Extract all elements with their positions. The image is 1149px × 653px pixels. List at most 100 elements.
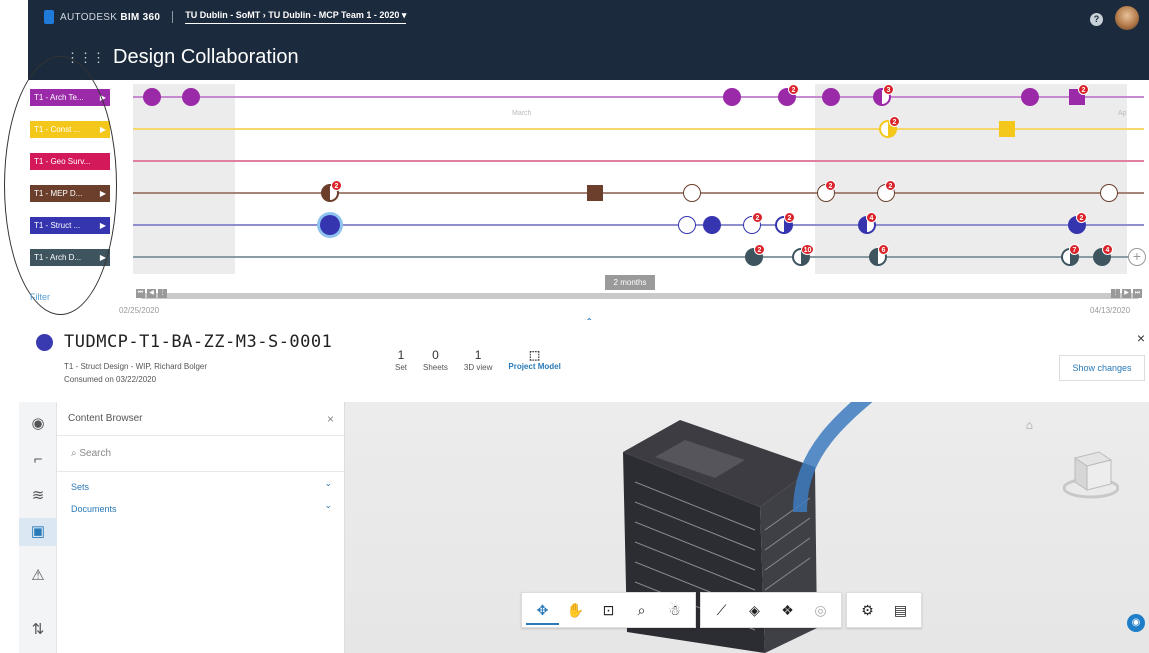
document-name: TUDMCP-T1-BA-ZZ-M3-S-0001 [64, 332, 333, 352]
browser-header: Content Browser × [57, 402, 344, 436]
version-badge: 2 [784, 212, 795, 223]
version-badge: 2 [752, 212, 763, 223]
close-icon[interactable]: × [1137, 330, 1145, 346]
version-badge: 4 [866, 212, 877, 223]
cube-icon: ⬚ [528, 348, 541, 362]
month-label-right: Ap [1118, 110, 1127, 117]
version-dot[interactable] [703, 216, 721, 234]
chevron-down-icon: ⌄ [324, 478, 332, 488]
explode-icon[interactable]: ❖ [771, 595, 804, 625]
version-dot[interactable] [678, 216, 696, 234]
version-badge: 10 [801, 244, 814, 255]
orbit-icon[interactable]: ✥ [526, 595, 559, 625]
lane-line-const [133, 128, 1144, 130]
zoom-icon[interactable]: ⊡ [592, 595, 625, 625]
add-version-icon[interactable]: + [1128, 248, 1146, 266]
drag-handle-icon[interactable]: ⋮ [158, 289, 167, 298]
header-bar: AUTODESK BIM 360 TU Dublin - SoMT › TU D… [28, 0, 1149, 80]
timeline-shade-left [133, 84, 235, 274]
start-date: 02/25/2020 [119, 306, 160, 315]
home-view-icon[interactable]: ⌂ [1026, 418, 1033, 432]
selected-version-dot[interactable] [320, 215, 340, 235]
version-square[interactable] [999, 121, 1015, 137]
view-cube[interactable] [1062, 444, 1120, 500]
version-dot[interactable] [143, 88, 161, 106]
lane-line-struct [133, 224, 1144, 226]
month-label: March [512, 110, 532, 117]
scroll-controls-right[interactable]: ⋮ ▶ ⏭ [1111, 289, 1142, 298]
version-badge: 2 [1076, 212, 1087, 223]
step-back-icon[interactable]: ◀ [147, 289, 156, 298]
browser-item-documents[interactable]: Documents ⌄ [57, 498, 344, 520]
model-viewer[interactable]: ⌂ ✥ ✋ ⊡ ⌕ ☃ ⟋ ◈ ❖ ◎ ⚙ ▤ ◉ [345, 402, 1149, 653]
version-dot[interactable] [182, 88, 200, 106]
app-title: ⋮⋮⋮ Design Collaboration [66, 46, 299, 69]
sheets-icon[interactable]: ⌐ [19, 446, 57, 474]
skip-end-icon[interactable]: ⏭ [1133, 289, 1142, 298]
version-badge: 7 [1069, 244, 1080, 255]
eye-icon[interactable]: ◉ [19, 410, 57, 438]
viewer-toolbar: ✥ ✋ ⊡ ⌕ ☃ ⟋ ◈ ❖ ◎ ⚙ ▤ [521, 592, 922, 628]
lane-line-geo [133, 160, 1144, 162]
version-dot[interactable] [683, 184, 701, 202]
left-toolbar: ◉ ⌐ ≋ ▣ ⚠ ⇅ [19, 402, 57, 653]
document-stats: 1 Set 0 Sheets 1 3D view ⬚ Project Model [395, 348, 561, 372]
settings-gear-icon[interactable]: ⚙ [851, 595, 884, 625]
show-changes-button[interactable]: Show changes [1059, 355, 1145, 381]
measure-icon[interactable]: ⟋ [705, 595, 738, 625]
hide-icon[interactable]: ◎ [804, 595, 837, 625]
version-dot[interactable] [822, 88, 840, 106]
settings-tools: ⚙ ▤ [846, 592, 922, 628]
version-badge: 2 [825, 180, 836, 191]
step-forward-icon[interactable]: ▶ [1122, 289, 1131, 298]
range-tooltip: 2 months [605, 275, 655, 290]
lane-line-arch-te [133, 96, 1144, 98]
document-meta: T1 - Struct Design - WIP, Richard Bolger… [64, 360, 207, 386]
filter-link[interactable]: Filter [30, 292, 50, 302]
browser-item-sets[interactable]: Sets ⌄ [57, 476, 344, 498]
help-fab-icon[interactable]: ◉ [1127, 614, 1145, 632]
version-dot[interactable] [1100, 184, 1118, 202]
section-icon[interactable]: ◈ [738, 595, 771, 625]
zoom-window-icon[interactable]: ⌕ [625, 595, 658, 625]
scroll-controls-left[interactable]: ⏮ ◀ ⋮ [136, 289, 167, 298]
document-header: TUDMCP-T1-BA-ZZ-M3-S-0001 T1 - Struct De… [0, 320, 1149, 402]
autodesk-logo-icon [44, 10, 54, 24]
project-selector[interactable]: TU Dublin - SoMT › TU Dublin - MCP Team … [185, 10, 407, 24]
layers-icon[interactable]: ≋ [19, 482, 57, 510]
close-browser-icon[interactable]: × [327, 402, 334, 436]
content-browser-icon[interactable]: ▣ [19, 518, 57, 546]
compare-icon[interactable]: ⇅ [19, 616, 57, 644]
brand-area: AUTODESK BIM 360 TU Dublin - SoMT › TU D… [44, 10, 407, 24]
timeline-panel: March Ap T1 - Arch Te... ▶ T1 - Const ...… [4, 56, 1149, 320]
version-dot[interactable] [1021, 88, 1039, 106]
version-square[interactable] [587, 185, 603, 201]
search-input[interactable]: ⌕ Search [57, 436, 344, 472]
divider [172, 11, 174, 23]
version-dot[interactable] [723, 88, 741, 106]
warning-icon[interactable]: ⚠ [19, 562, 57, 590]
version-badge: 2 [754, 244, 765, 255]
first-person-icon[interactable]: ☃ [658, 595, 691, 625]
help-icon[interactable]: ? [1090, 13, 1103, 26]
search-icon: ⌕ [71, 448, 77, 459]
project-model-tab[interactable]: ⬚ Project Model [508, 348, 560, 372]
stat-3d-view[interactable]: 1 3D view [464, 348, 492, 372]
stat-sheets[interactable]: 0 Sheets [423, 348, 448, 372]
brand-name: AUTODESK BIM 360 [60, 11, 161, 23]
document-subtitle: T1 - Struct Design - WIP, Richard Bolger [64, 362, 208, 371]
skip-start-icon[interactable]: ⏮ [136, 289, 145, 298]
drag-handle-icon[interactable]: ⋮ [1111, 289, 1120, 298]
stat-set[interactable]: 1 Set [395, 348, 407, 372]
lane-line-mep [133, 192, 1144, 194]
timeline-shade-right [815, 84, 1127, 274]
version-badge: 2 [788, 84, 799, 95]
version-badge: 4 [1102, 244, 1113, 255]
properties-icon[interactable]: ▤ [884, 595, 917, 625]
navigation-tools: ✥ ✋ ⊡ ⌕ ☃ [521, 592, 696, 628]
user-avatar[interactable] [1115, 6, 1139, 30]
annotation-oval [4, 56, 117, 315]
pan-hand-icon[interactable]: ✋ [559, 595, 592, 625]
timeline-scrollbar[interactable] [140, 293, 1140, 299]
page-title: Design Collaboration [113, 46, 299, 68]
